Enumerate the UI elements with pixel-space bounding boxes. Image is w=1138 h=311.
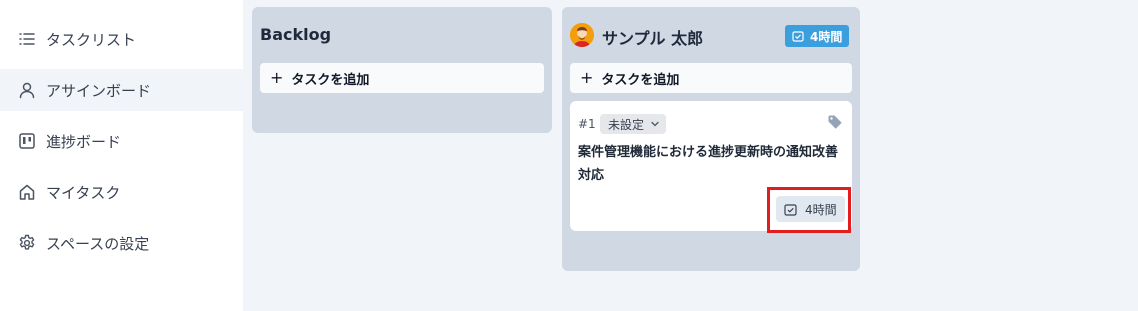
sidebar-item-my-tasks[interactable]: マイタスク [0,171,243,213]
user-icon [18,81,36,99]
sidebar-item-label: アサインボード [46,81,152,100]
plus-icon: + [580,68,594,87]
sidebar: タスクリスト アサインボード 進捗ボード マイタスク スペースの設定 [0,0,243,311]
add-task-label: タスクを追加 [601,72,680,88]
column-backlog: Backlog + タスクを追加 [252,7,552,133]
add-task-label: タスクを追加 [291,72,370,88]
calendar-check-icon [792,31,804,42]
highlight-box [767,187,851,233]
avatar [570,23,594,47]
tag-icon[interactable] [827,114,843,130]
list-icon [18,30,36,48]
status-label: 未設定 [608,117,645,132]
column-title: Backlog [260,25,332,44]
kanban-icon [18,132,36,150]
hours-badge-label: 4時間 [810,29,843,44]
sidebar-item-label: タスクリスト [46,30,137,49]
sidebar-item-space-settings[interactable]: スペースの設定 [0,222,243,264]
plus-icon: + [270,68,284,87]
add-task-button[interactable]: + タスクを追加 [570,63,852,93]
chevron-down-icon [651,121,659,127]
task-id: #1 [578,117,596,131]
sidebar-item-progress-board[interactable]: 進捗ボード [0,120,243,162]
sidebar-item-assign-board[interactable]: アサインボード [0,69,243,111]
status-dropdown[interactable]: 未設定 [600,114,667,134]
gear-icon [18,234,36,252]
sidebar-item-label: マイタスク [46,183,121,202]
hours-badge: 4時間 [785,25,850,47]
task-title: 案件管理機能における進捗更新時の通知改善対応 [578,145,839,183]
sidebar-item-label: スペースの設定 [46,234,150,253]
sidebar-item-label: 進捗ボード [46,132,122,151]
column-title: サンプル 太郎 [602,29,704,48]
sidebar-item-task-list[interactable]: タスクリスト [0,18,243,60]
add-task-button[interactable]: + タスクを追加 [260,63,544,93]
home-icon [18,183,36,201]
